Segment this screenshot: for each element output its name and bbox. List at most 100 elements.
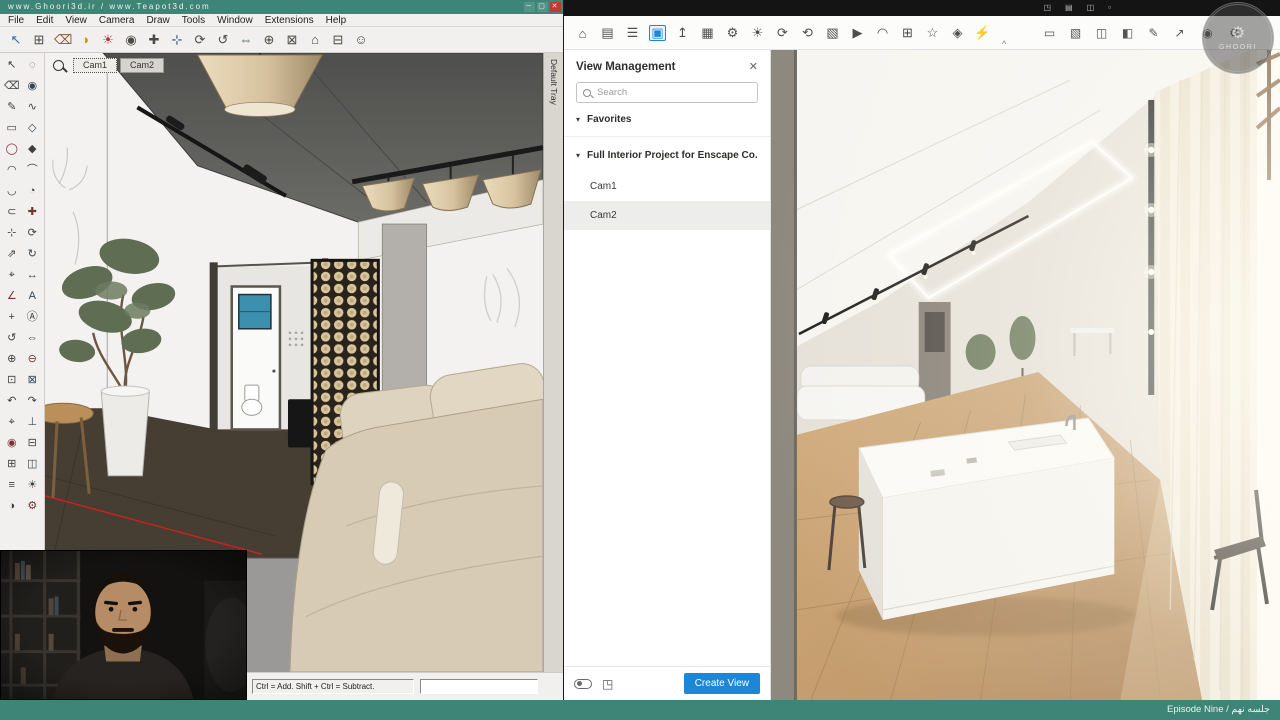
panorama-icon[interactable]: ◠ (874, 25, 891, 41)
zoom-extents-icon[interactable]: ⊠ (284, 32, 300, 48)
quick-icon-2[interactable]: ▤ (1065, 3, 1073, 12)
orbit-icon[interactable]: ↺ (215, 32, 231, 48)
scale-icon[interactable]: ⇗ (2, 244, 22, 264)
polygon-icon[interactable]: ◆ (23, 139, 43, 159)
project-section[interactable]: ▾ Full Interior Project for Enscape Co..… (564, 139, 770, 172)
protractor-icon[interactable]: ∠ (2, 286, 22, 306)
text-icon[interactable]: A (23, 286, 43, 306)
shadows-icon[interactable]: ☀ (100, 32, 116, 48)
close-button[interactable]: ✕ (550, 2, 561, 12)
light-icon[interactable]: ⚡ (974, 25, 991, 41)
rectangle-icon[interactable]: ▭ (2, 118, 22, 138)
video-export-icon[interactable]: ▶ (849, 25, 866, 41)
menu-item[interactable]: View (65, 15, 87, 26)
circle-icon[interactable]: ◯ (2, 139, 22, 159)
shadows-icon[interactable]: ☀ (23, 475, 43, 495)
home-icon[interactable]: ⌂ (574, 26, 591, 41)
user-icon[interactable]: ☺ (353, 32, 369, 47)
follow-me-icon[interactable]: ↻ (23, 244, 43, 264)
sync-icon[interactable]: ⟳ (774, 25, 791, 41)
zoom-magnifier-icon[interactable] (53, 60, 64, 71)
scene-tab-cam2[interactable]: Cam2 (120, 58, 165, 73)
search-input[interactable] (597, 87, 751, 98)
asset-library-icon[interactable]: ▦ (699, 25, 716, 41)
close-icon[interactable]: ✕ (749, 60, 758, 73)
position-camera-icon[interactable]: ⌖ (2, 412, 22, 432)
select-icon[interactable]: ↖ (8, 32, 24, 48)
menu-item[interactable]: Edit (36, 15, 53, 26)
quick-icon-4[interactable]: ▫ (1108, 3, 1111, 12)
live-update-icon[interactable]: ⟲ (799, 25, 816, 41)
push-pull-icon[interactable]: ✚ (146, 32, 162, 48)
annotate-icon[interactable]: ✎ (1145, 26, 1162, 40)
pan-icon[interactable]: ⇔ (238, 32, 254, 47)
menu-item[interactable]: Camera (99, 15, 135, 26)
layers-icon[interactable]: ≡ (2, 475, 22, 495)
view-item-cam2[interactable]: Cam2 (564, 201, 770, 230)
projects-icon[interactable]: ▤ (599, 25, 616, 41)
favorites-icon[interactable]: ☆ (924, 25, 941, 41)
stereo-icon[interactable]: ◫ (1093, 26, 1110, 40)
next-icon[interactable]: ↷ (23, 391, 43, 411)
image-export-icon[interactable]: ▧ (824, 25, 841, 41)
view-item-cam1[interactable]: Cam1 (564, 172, 770, 201)
layers-icon[interactable]: ◧ (1119, 26, 1136, 40)
section-display-icon[interactable]: ◫ (23, 454, 43, 474)
styles-icon[interactable]: ◑ (77, 32, 93, 47)
line-icon[interactable]: ✎ (2, 97, 22, 117)
batch-export-icon[interactable]: ⊞ (899, 25, 916, 41)
share-icon[interactable]: ↗ (1171, 26, 1188, 40)
section-plane-icon[interactable]: ⊟ (23, 433, 43, 453)
zoom-icon[interactable]: ⊕ (261, 32, 277, 48)
measurements-input[interactable] (421, 683, 537, 697)
default-tray-strip[interactable]: Default Tray (543, 53, 563, 672)
cart-icon[interactable]: ⊟ (330, 32, 346, 48)
upload-icon[interactable]: ↥ (674, 25, 691, 41)
bim-icon[interactable]: ☰ (624, 25, 641, 41)
orbit-icon[interactable]: ↺ (2, 328, 22, 348)
quick-icon-3[interactable]: ◫ (1087, 3, 1095, 12)
eraser-icon[interactable]: ⌫ (54, 32, 72, 48)
view-management-icon[interactable]: ▣ (649, 25, 666, 41)
make-component-icon[interactable]: ⊞ (31, 32, 47, 48)
lasso-icon[interactable]: ◌ (23, 55, 43, 75)
warehouse-icon[interactable]: ⌂ (307, 32, 323, 47)
view-sync-toggle[interactable] (574, 678, 592, 689)
batch-views-icon[interactable]: ◳ (602, 677, 613, 691)
axes-icon[interactable]: + (2, 307, 22, 327)
pie-icon[interactable]: ◔ (23, 181, 43, 201)
zoom-out-icon[interactable]: ⊖ (23, 349, 43, 369)
tape-measure-icon[interactable]: ⌖ (2, 265, 22, 285)
sun-icon[interactable]: ☀ (749, 25, 766, 41)
pan-icon[interactable]: ⇔ (23, 328, 43, 348)
3d-text-icon[interactable]: Ⓐ (23, 307, 43, 327)
settings-icon[interactable]: ⚙ (724, 25, 741, 41)
move-icon[interactable]: ⊹ (2, 223, 22, 243)
scene-tab-cam1[interactable]: Cam1 (73, 58, 118, 73)
settings-icon[interactable]: ⚙ (23, 496, 43, 516)
zoom-in-icon[interactable]: ⊕ (2, 349, 22, 369)
materials-icon[interactable]: ◈ (949, 25, 966, 41)
previous-icon[interactable]: ↶ (2, 391, 22, 411)
dimension-icon[interactable]: ↔ (23, 265, 43, 285)
rotate-icon[interactable]: ⟳ (23, 223, 43, 243)
paint-bucket-icon[interactable]: ◉ (23, 76, 43, 96)
two-point-arc-icon[interactable]: ⌒ (23, 160, 43, 180)
paint-bucket-icon[interactable]: ◉ (123, 32, 139, 48)
freehand-icon[interactable]: ∿ (23, 97, 43, 117)
zoom-extents-icon[interactable]: ⊠ (23, 370, 43, 390)
eraser-icon[interactable]: ⌫ (2, 76, 22, 96)
safe-frame-icon[interactable]: ▭ (1041, 26, 1058, 40)
offset-icon[interactable]: ⊂ (2, 202, 22, 222)
select-icon[interactable]: ↖ (2, 55, 22, 75)
menu-item[interactable]: Draw (146, 15, 169, 26)
screenshot-icon[interactable]: ▧ (1067, 26, 1084, 40)
menu-item[interactable]: File (8, 15, 24, 26)
walk-icon[interactable]: ⊥ (23, 412, 43, 432)
create-view-button[interactable]: Create View (683, 673, 760, 694)
favorites-section[interactable]: ▾ Favorites (564, 103, 770, 137)
zoom-window-icon[interactable]: ⊡ (2, 370, 22, 390)
quick-icon-1[interactable]: ◳ (1043, 3, 1051, 12)
menu-item[interactable]: Tools (182, 15, 205, 26)
maximize-button[interactable]: ▢ (537, 2, 548, 12)
